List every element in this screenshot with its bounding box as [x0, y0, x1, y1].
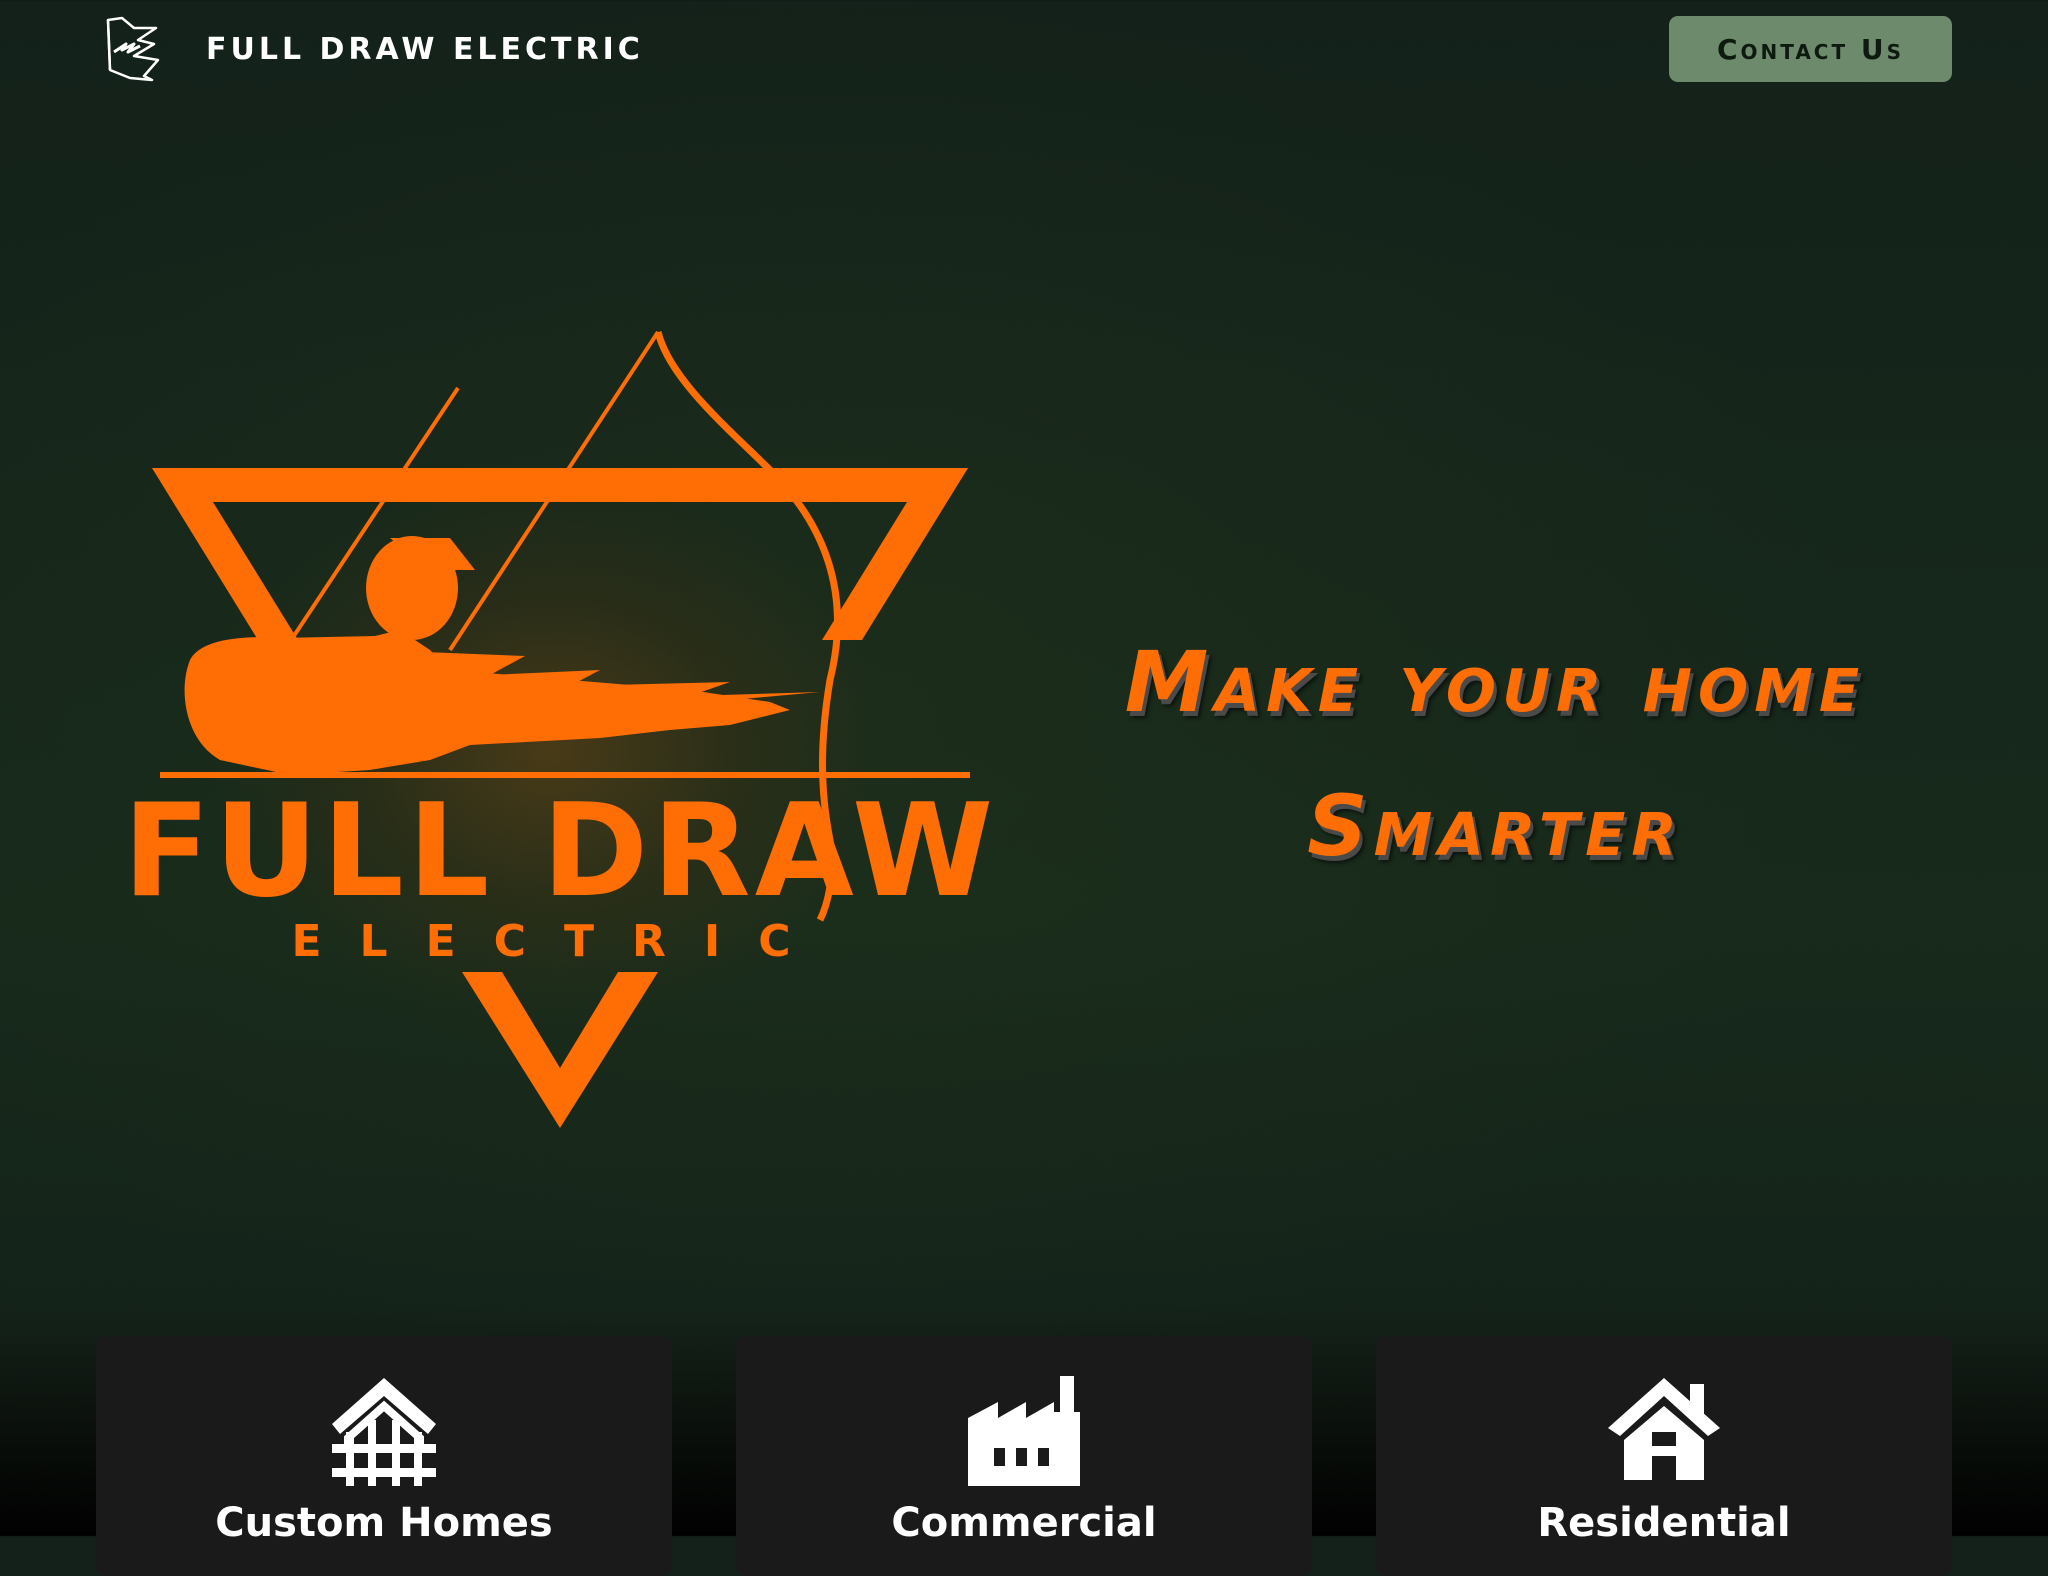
archer-triangle-logo: FULL DRAW ELECTRIC — [130, 330, 990, 1128]
brand-name: FULL DRAW ELECTRIC — [206, 31, 644, 67]
service-card-commercial[interactable]: Commercial — [736, 1336, 1312, 1576]
service-title: Residential — [1537, 1500, 1791, 1546]
hero-logo: FULL DRAW ELECTRIC — [130, 320, 990, 1140]
logo-text-sub: ELECTRIC — [292, 916, 829, 967]
service-card-custom-homes[interactable]: Custom Homes — [96, 1336, 672, 1576]
factory-icon — [968, 1376, 1080, 1486]
service-title: Commercial — [891, 1500, 1157, 1546]
tagline-line-1: Make your home — [1124, 633, 1866, 731]
hero-tagline: Make your home Smarter — [1040, 610, 1950, 898]
service-card-residential[interactable]: Residential — [1376, 1336, 1952, 1576]
tagline-line-2: Smarter — [1307, 777, 1683, 875]
archer-bolt-icon — [106, 16, 160, 82]
contact-us-button[interactable]: Contact Us — [1669, 16, 1952, 82]
house-icon — [1608, 1378, 1720, 1480]
brand-link[interactable]: FULL DRAW ELECTRIC — [100, 14, 644, 84]
service-title: Custom Homes — [215, 1500, 553, 1546]
logo-text-main: FULL DRAW — [130, 777, 990, 926]
site-header: FULL DRAW ELECTRIC Contact Us — [0, 0, 2048, 100]
home-frame-icon — [332, 1378, 436, 1486]
